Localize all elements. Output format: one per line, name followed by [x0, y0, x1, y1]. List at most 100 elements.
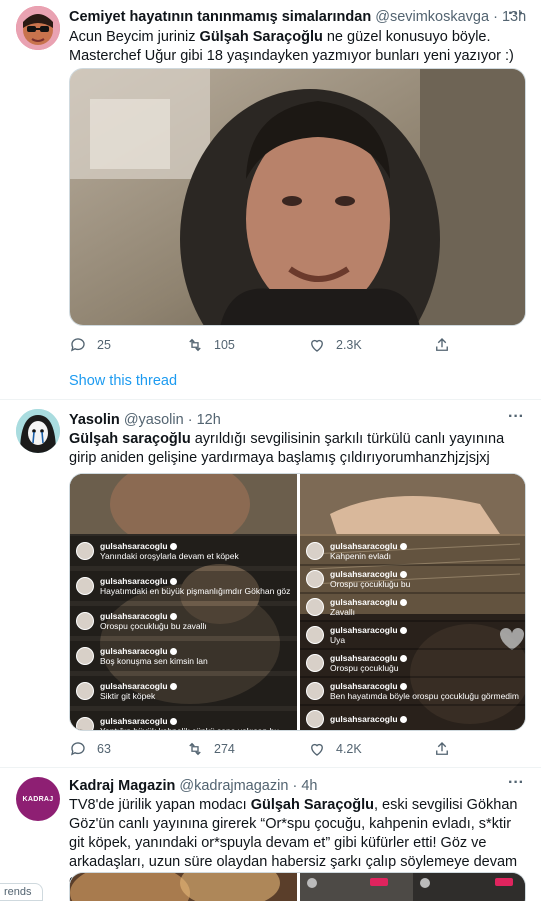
comment-username: gulsahsaracoglu [100, 611, 207, 621]
image-right[interactable]: gulsahsaracoglu Kahpenin evladı gulsahsara… [300, 474, 525, 730]
show-thread-link[interactable]: Show this thread [69, 373, 177, 389]
comment-text: gulsahsaracoglu Ben hayatımda böyle orosp… [330, 681, 519, 701]
more-icon[interactable]: ··· [505, 6, 527, 27]
tweet-header: Cemiyet hayatının tanınmamış simalarında… [69, 7, 527, 27]
reply-icon [70, 742, 85, 756]
like-button[interactable]: 2.3K [308, 335, 362, 355]
retweet-icon [189, 338, 201, 352]
comment-avatar [306, 654, 324, 672]
tweet-text-bold[interactable]: Gülşah Saraçoğlu [251, 797, 374, 813]
tweet-image-grid[interactable]: gulsahsaracoglu Yanındaki oroşylarla deva… [69, 473, 526, 731]
retweet-button[interactable]: 274 [186, 739, 235, 759]
comment-message: Hayatımdaki en büyük pişmanlığımdır Gökh… [100, 586, 291, 596]
share-button[interactable] [433, 335, 451, 355]
live-comment: gulsahsaracoglu Siktir git köpek [70, 676, 297, 706]
comment-username: gulsahsaracoglu [100, 576, 290, 586]
comment-text: gulsahsaracoglu Siktir git köpek [100, 681, 177, 701]
verified-icon [399, 543, 407, 550]
display-name[interactable]: Yasolin [69, 412, 120, 428]
verified-icon [399, 683, 407, 690]
live-comment: gulsahsaracoglu Yanındaki oroşylarla deva… [70, 536, 297, 566]
share-icon [436, 338, 448, 351]
live-comment: gulsahsaracoglu Kahpenin evladı [300, 536, 525, 566]
comment-avatar [76, 542, 94, 560]
comment-message: Orospu çocukluğu bu zavallı [100, 621, 207, 631]
like-count: 2.3K [336, 338, 362, 352]
share-button[interactable] [433, 739, 451, 759]
tweet-text-bold[interactable]: Gülşah Saraçoğlu [200, 29, 323, 45]
avatar[interactable] [16, 6, 60, 50]
comment-username: gulsahsaracoglu [330, 681, 519, 691]
more-icon[interactable]: ··· [505, 409, 527, 430]
comment-avatar [76, 717, 94, 730]
live-comment: gulsahsaracoglu Hayatımdaki en büyük pişm… [70, 571, 297, 601]
comment-avatar [306, 542, 324, 560]
tweet-text-part: TV8'de jürilik yapan modacı [69, 797, 251, 813]
verified-icon [169, 718, 177, 725]
tweet-3[interactable]: KADRAJ Kadraj Magazin @kadrajmagazin · 4… [0, 768, 541, 901]
comment-message: Orospu çocukluğu [330, 663, 399, 673]
live-comment: gulsahsaracoglu Ben hayatımda böyle orosp… [300, 676, 525, 706]
tweet-header: Yasolin @yasolin · 12h [69, 410, 527, 430]
handle[interactable]: @yasolin [124, 412, 184, 428]
live-comment: gulsahsaracoglu Zavallı [300, 592, 525, 622]
display-name[interactable]: Cemiyet hayatının tanınmamış simalarında… [69, 9, 371, 25]
like-button[interactable]: 4.2K [308, 739, 362, 759]
like-icon [311, 743, 323, 756]
image-left[interactable]: gulsahsaracoglu Yanındaki oroşylarla deva… [70, 474, 297, 731]
verified-icon [399, 627, 407, 634]
comment-username: gulsahsaracoglu [100, 541, 239, 551]
comment-text: gulsahsaracoglu Orospu çocukluğu bu zaval… [100, 611, 207, 631]
live-comment: gulsahsaracoglu Orospu çocukluğu [300, 648, 525, 678]
retweet-button[interactable]: 105 [186, 335, 235, 355]
live-comment: gulsahsaracoglu Boş konuşma sen kimsin la… [70, 641, 297, 671]
comment-text: gulsahsaracoglu Zavallı [330, 597, 407, 617]
comment-username: gulsahsaracoglu [100, 646, 208, 656]
reply-button[interactable]: 63 [69, 739, 111, 759]
reply-count: 63 [97, 742, 111, 756]
comment-avatar [306, 598, 324, 616]
avatar[interactable]: KADRAJ [16, 777, 60, 821]
comment-avatar [306, 570, 324, 588]
tweet-2[interactable]: Yasolin @yasolin · 12h ··· Gülşah saraço… [0, 400, 541, 768]
reply-button[interactable]: 25 [69, 335, 111, 355]
tweet-header: Kadraj Magazin @kadrajmagazin · 4h [69, 776, 527, 796]
handle[interactable]: @sevimkoskavga [375, 9, 489, 25]
handle[interactable]: @kadrajmagazin [179, 778, 288, 794]
image-right[interactable] [300, 873, 525, 901]
comment-message: Yanındaki oroşylarla devam et köpek [100, 551, 239, 561]
trends-tab[interactable]: rends [0, 883, 43, 901]
comment-avatar [306, 710, 324, 728]
comment-text: gulsahsaracoglu Yaptığın büyük kahpelik ç… [100, 716, 279, 731]
tweet-video[interactable] [69, 68, 526, 326]
timestamp[interactable]: 4h [301, 778, 317, 794]
live-comment: gulsahsaracoglu Orospu çocukluğu bu zaval… [70, 606, 297, 636]
video-frame [70, 69, 525, 325]
comment-username: gulsahsaracoglu [100, 716, 279, 726]
comment-message: Yaptığın büyük kahpelik çünkü sana yakış… [100, 726, 279, 731]
verified-icon [399, 571, 407, 578]
comment-text: gulsahsaracoglu Kahpenin evladı [330, 541, 407, 561]
tweet-text-bold[interactable]: Gülşah saraçoğlu [69, 431, 191, 447]
comment-message: Kahpenin evladı [330, 551, 391, 561]
comment-username: gulsahsaracoglu [330, 714, 407, 724]
tweet-text: Acun Beycim juriniz Gülşah Saraçoğlu ne … [69, 28, 527, 66]
comment-avatar [76, 682, 94, 700]
comment-username: gulsahsaracoglu [100, 681, 177, 691]
comment-message: Uya [330, 635, 346, 645]
display-name[interactable]: Kadraj Magazin [69, 778, 175, 794]
avatar[interactable] [16, 409, 60, 453]
like-count: 4.2K [336, 742, 362, 756]
verified-icon [399, 655, 407, 662]
timestamp[interactable]: 12h [197, 412, 221, 428]
retweet-icon [189, 742, 201, 756]
tweet-1[interactable]: Cemiyet hayatının tanınmamış simalarında… [0, 0, 541, 400]
retweet-count: 274 [214, 742, 235, 756]
more-icon[interactable]: ··· [505, 775, 527, 796]
reply-icon [70, 338, 85, 352]
reply-count: 25 [97, 338, 111, 352]
tweet-image-grid[interactable] [69, 872, 526, 901]
live-comment: gulsahsaracoglu Yaptığın büyük kahpelik ç… [70, 711, 297, 731]
image-left[interactable] [70, 873, 297, 901]
tweet-text: Gülşah saraçoğlu ayrıldığı sevgilisinin … [69, 430, 527, 468]
